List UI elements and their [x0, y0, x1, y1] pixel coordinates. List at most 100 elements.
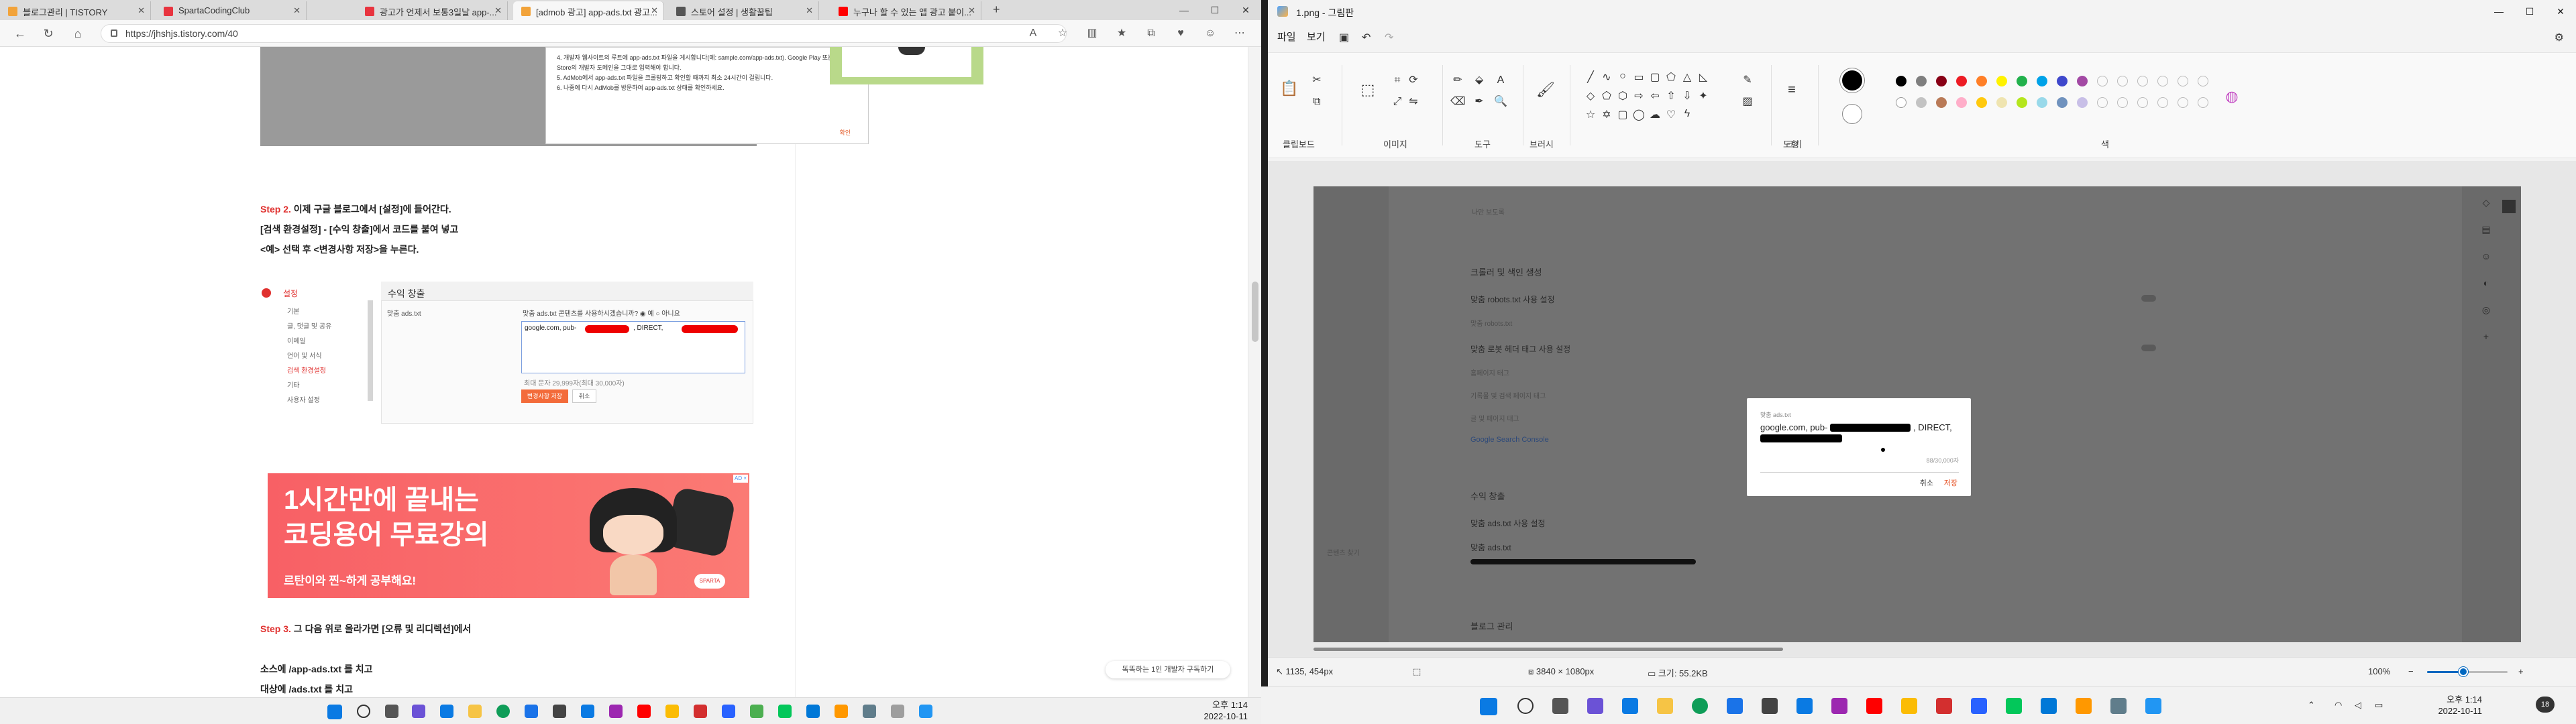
scrollbar-thumb[interactable]: [1252, 282, 1258, 342]
profile-icon[interactable]: ☺: [1202, 25, 1218, 42]
favorites-icon[interactable]: ★: [1114, 25, 1130, 42]
menu-view[interactable]: 보기: [1307, 29, 1326, 44]
shape-star6-icon[interactable]: ✡: [1599, 108, 1614, 121]
zoom-in-icon[interactable]: +: [2518, 666, 2524, 676]
color-swatch[interactable]: [1936, 76, 1947, 86]
pencil-icon[interactable]: ✏: [1450, 73, 1465, 88]
eraser-icon[interactable]: ⌫: [1450, 95, 1466, 109]
browser-tab[interactable]: 스토어 설정 | 생활꿀팁 ✕: [668, 1, 819, 20]
url-input[interactable]: https://jhshjs.tistory.com/40: [101, 24, 1067, 43]
color-swatch[interactable]: [1956, 76, 1967, 86]
shape-star4-icon[interactable]: ✦: [1696, 89, 1711, 103]
wifi-icon[interactable]: ◠: [2334, 699, 2342, 711]
fill-icon[interactable]: ⬙: [1472, 73, 1487, 88]
resize-icon[interactable]: ⤢: [1390, 95, 1405, 109]
cut-icon[interactable]: ✂: [1309, 73, 1324, 88]
save-icon[interactable]: ▣: [1339, 31, 1349, 44]
search-icon[interactable]: [1517, 698, 1534, 714]
shape-arrow-right-icon[interactable]: ⇨: [1631, 89, 1646, 103]
app-icon[interactable]: [1831, 698, 1847, 714]
shape-rounded-rect-icon[interactable]: ▢: [1648, 70, 1662, 84]
color-swatch[interactable]: [1996, 76, 2007, 86]
custom-color-slot[interactable]: [2198, 97, 2208, 108]
ad-close-icon[interactable]: AD ×: [733, 475, 748, 483]
app-icon[interactable]: [835, 705, 848, 718]
settings-icon[interactable]: ⚙: [2555, 31, 2564, 44]
zoom-out-icon[interactable]: −: [2408, 666, 2414, 676]
volume-icon[interactable]: ◁: [2355, 699, 2361, 711]
close-icon[interactable]: ✕: [806, 5, 813, 16]
extension-icon[interactable]: ♥: [1173, 25, 1189, 42]
app-icon[interactable]: [1762, 698, 1778, 714]
favorite-star-icon[interactable]: ☆: [1055, 25, 1071, 42]
crop-icon[interactable]: ⌗: [1390, 73, 1405, 88]
close-icon[interactable]: ✕: [138, 5, 145, 16]
color-swatch[interactable]: [2037, 76, 2047, 86]
paint-taskbar-icon[interactable]: [2145, 698, 2161, 714]
redo-icon[interactable]: ↷: [1385, 31, 1393, 44]
minimize-icon[interactable]: —: [2483, 0, 2514, 23]
hscroll-thumb[interactable]: [1313, 648, 1783, 651]
shape-oval-icon[interactable]: ○: [1615, 70, 1630, 82]
browser-tab[interactable]: 누구나 할 수 있는 앱 광고 붙이... ✕: [830, 1, 981, 20]
shape-arrow-left-icon[interactable]: ⇦: [1648, 89, 1662, 103]
browser-tab-active[interactable]: [admob 광고] app-ads.txt 광고... ✕: [513, 1, 664, 20]
color-swatch[interactable]: [2057, 76, 2068, 86]
text-icon[interactable]: A: [1493, 73, 1508, 88]
color-swatch[interactable]: [2017, 97, 2027, 108]
color-picker-icon[interactable]: ✒: [1472, 95, 1487, 109]
clock[interactable]: 오후 1:14 2022-10-11: [1203, 699, 1248, 722]
shape-rectangle-icon[interactable]: ▭: [1631, 70, 1646, 84]
app-icon[interactable]: [863, 705, 876, 718]
shape-heart-icon[interactable]: ♡: [1664, 108, 1678, 121]
explorer-icon[interactable]: [468, 705, 482, 718]
store-icon[interactable]: [525, 705, 538, 718]
shape-callout-oval-icon[interactable]: ◯: [1631, 108, 1646, 121]
app-icon[interactable]: [891, 705, 904, 718]
shape-lightning-icon[interactable]: ϟ: [1680, 108, 1695, 120]
shape-hexagon-icon[interactable]: ⬡: [1615, 89, 1630, 103]
custom-color-slot[interactable]: [2137, 97, 2148, 108]
task-view-icon[interactable]: [1552, 698, 1568, 714]
app-icon[interactable]: [1971, 698, 1987, 714]
shape-fill-icon[interactable]: ▨: [1740, 95, 1755, 109]
close-icon[interactable]: ✕: [2545, 0, 2576, 23]
new-tab-button[interactable]: +: [993, 3, 1000, 17]
color-swatch[interactable]: [1976, 76, 1987, 86]
store-icon[interactable]: [1727, 698, 1743, 714]
edge-icon[interactable]: [1692, 698, 1708, 714]
teams-icon[interactable]: [412, 705, 425, 718]
zoom-level[interactable]: 100%: [2368, 666, 2390, 676]
vscode-icon[interactable]: [806, 705, 820, 718]
shape-curve-icon[interactable]: ∿: [1599, 70, 1614, 84]
color-swatch[interactable]: [2077, 97, 2088, 108]
color-swatch[interactable]: [1956, 97, 1967, 108]
widgets-icon[interactable]: [1622, 698, 1638, 714]
maps-icon[interactable]: [1901, 698, 1917, 714]
more-icon[interactable]: ⋯: [1232, 25, 1248, 42]
subscribe-button[interactable]: 똑똑하는 1인 개발자 구독하기: [1106, 661, 1230, 678]
app-icon[interactable]: [722, 705, 735, 718]
app-icon[interactable]: [919, 705, 932, 718]
color-swatch[interactable]: [2017, 76, 2027, 86]
shape-diamond-icon[interactable]: ◇: [1583, 89, 1598, 103]
paste-icon[interactable]: 📋: [1280, 81, 1298, 96]
custom-color-slot[interactable]: [2117, 76, 2128, 86]
app-icon[interactable]: [609, 705, 623, 718]
widgets-icon[interactable]: [440, 705, 453, 718]
color-swatch[interactable]: [1996, 97, 2007, 108]
refresh-icon[interactable]: ↻: [40, 25, 56, 42]
youtube-icon[interactable]: [637, 705, 651, 718]
shape-arrow-down-icon[interactable]: ⇩: [1680, 89, 1695, 103]
canvas-area[interactable]: 콘텐츠 찾기 나만 보도록 크롤러 및 색인 생성 맞춤 robots.txt …: [1268, 161, 2576, 657]
task-view-icon[interactable]: [385, 705, 398, 718]
close-icon[interactable]: ✕: [651, 5, 658, 16]
color-swatch[interactable]: [1936, 97, 1947, 108]
color-swatch[interactable]: [1916, 76, 1927, 86]
explorer-icon[interactable]: [1657, 698, 1673, 714]
home-icon[interactable]: ⌂: [70, 25, 86, 42]
browser-tab[interactable]: SpartaCodingClub ✕: [156, 1, 307, 20]
ad-banner[interactable]: 1시간만에 끝내는 코딩용어 무료강의 르탄이와 찐~하게 공부해요! SPART…: [268, 473, 749, 598]
zoom-slider[interactable]: [2427, 667, 2508, 676]
shape-callout-icon[interactable]: ▢: [1615, 108, 1630, 121]
